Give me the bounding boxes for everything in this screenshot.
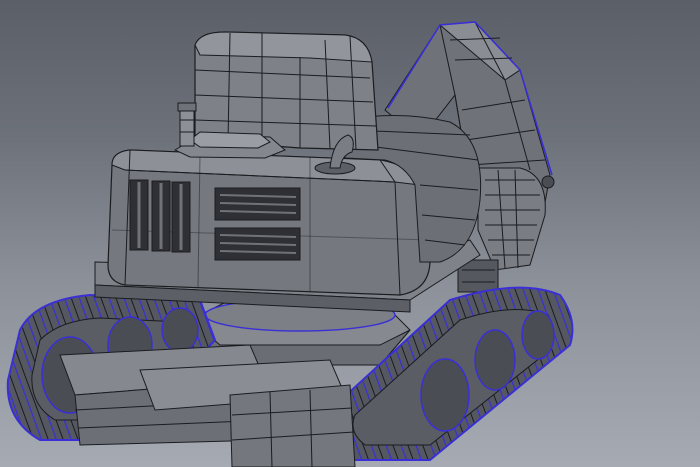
exhaust-stack[interactable] <box>177 102 197 147</box>
vertical-grille[interactable] <box>129 179 191 253</box>
lower-vent[interactable] <box>214 227 301 261</box>
undercarriage[interactable] <box>59 344 356 467</box>
3d-viewport[interactable] <box>0 0 700 467</box>
upper-vent[interactable] <box>214 187 301 221</box>
scene-render[interactable] <box>0 0 700 467</box>
